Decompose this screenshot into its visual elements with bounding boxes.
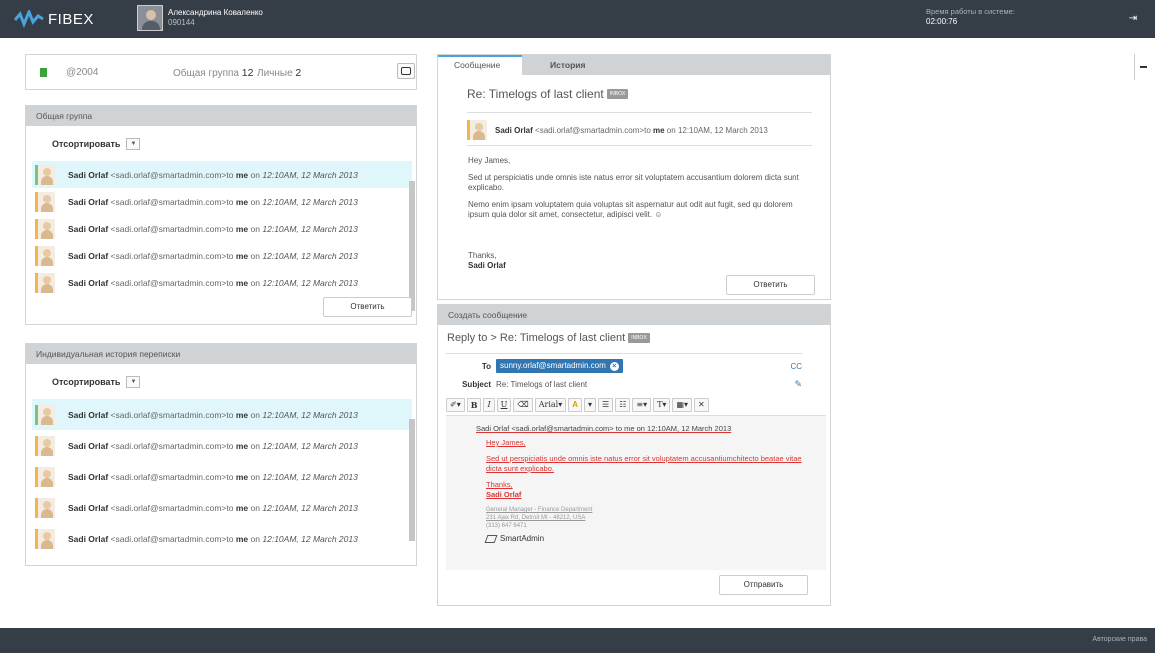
editor-toolbar: ✐▾ B I U ⌫ Arial▾ A ▾ ☰ ☷ ≡▾ T▾ ▦▾ ✕ xyxy=(446,397,826,413)
italic-icon[interactable]: I xyxy=(483,398,495,412)
inbox-badge: INBOX xyxy=(606,89,629,99)
list-item[interactable]: Sadi Orlaf <sadi.orlaf@smartadmin.com>to… xyxy=(32,461,412,492)
list-item[interactable]: Sadi Orlaf <sadi.orlaf@smartadmin.com>to… xyxy=(32,215,412,242)
sort-dropdown-icon[interactable]: ▼ xyxy=(126,138,141,150)
remove-recipient-icon: × xyxy=(609,362,619,371)
message-reply-button[interactable]: Ответить xyxy=(726,275,815,295)
message-panel: Сообщение История Re: Timelogs of last c… xyxy=(437,54,831,300)
worktime-label: Время работы в системе: xyxy=(926,7,1015,16)
quote-header: Sadi Orlaf <sadi.orlaf@smartadmin.com> t… xyxy=(476,424,732,433)
avatar xyxy=(35,218,55,239)
tab-history[interactable]: История xyxy=(522,55,601,75)
group-panel: Общая группа Отсортировать ▼ Sadi Orlaf … xyxy=(25,105,417,325)
footer-bar: Авторские права xyxy=(0,628,1155,653)
list-item[interactable]: Sadi Orlaf <sadi.orlaf@smartadmin.com>to… xyxy=(32,242,412,269)
compose-title: Создать сообщение xyxy=(438,305,830,325)
user-profile[interactable]: Александрина Коваленко 090144 xyxy=(137,5,263,31)
inbox-icon[interactable] xyxy=(397,63,415,79)
avatar xyxy=(35,404,55,425)
color-dropdown-icon[interactable]: ▾ xyxy=(584,398,597,412)
avatar xyxy=(35,245,55,266)
personal-count: 2 xyxy=(295,67,302,79)
avatar xyxy=(35,272,55,293)
message-subject: Re: Timelogs of last client INBOX xyxy=(467,87,629,101)
attachment-icon[interactable]: ✎ xyxy=(794,379,802,390)
font-color-icon[interactable]: A xyxy=(568,398,583,412)
message-signature: Thanks, Sadi Orlaf xyxy=(468,251,506,270)
list-item[interactable]: Sadi Orlaf <sadi.orlaf@smartadmin.com>to… xyxy=(32,188,412,215)
personal-count-label: Личные 2 xyxy=(257,67,302,79)
sort-label: Отсортировать xyxy=(52,139,121,149)
logout-icon[interactable]: ⇥ xyxy=(1124,11,1142,27)
worktime: Время работы в системе: 02:00:76 xyxy=(926,7,1015,27)
bullet-list-icon[interactable]: ☰ xyxy=(598,398,614,412)
tab-message[interactable]: Сообщение xyxy=(438,55,522,75)
user-id: 090144 xyxy=(168,18,195,27)
bold-icon[interactable]: B xyxy=(466,398,482,412)
table-icon[interactable]: ▦▾ xyxy=(672,398,693,412)
text-size-icon[interactable]: T▾ xyxy=(653,398,671,412)
fibex-logo-icon xyxy=(14,10,44,28)
sort-label: Отсортировать xyxy=(52,377,121,387)
message-body: Hey James, Sed ut perspiciatis unde omni… xyxy=(468,156,799,219)
brand-name: FIBEX xyxy=(48,10,94,28)
list-item[interactable]: Sadi Orlaf <sadi.orlaf@smartadmin.com>to… xyxy=(32,492,412,523)
smartadmin-logo: SmartAdmin xyxy=(484,534,806,544)
top-bar: FIBEX Александрина Коваленко 090144 Врем… xyxy=(0,0,1155,38)
list-item[interactable]: Sadi Orlaf <sadi.orlaf@smartadmin.com>to… xyxy=(32,399,412,430)
group-count: 12 xyxy=(241,67,254,79)
history-panel-title: Индивидуальная история переписки xyxy=(26,344,416,364)
copyright[interactable]: Авторские права xyxy=(1092,636,1147,643)
history-panel: Индивидуальная история переписки Отсорти… xyxy=(25,343,417,566)
list-item[interactable]: Sadi Orlaf <sadi.orlaf@smartadmin.com>to… xyxy=(32,430,412,461)
style-icon[interactable]: ✐▾ xyxy=(446,398,465,412)
eraser-icon[interactable]: ⌫ xyxy=(513,398,533,412)
avatar xyxy=(35,466,55,487)
scrollbar[interactable] xyxy=(409,419,415,541)
brand-logo[interactable]: FIBEX xyxy=(14,9,94,29)
list-item[interactable]: Sadi Orlaf <sadi.orlaf@smartadmin.com>to… xyxy=(32,269,412,296)
fullscreen-icon[interactable]: ✕ xyxy=(694,398,709,412)
avatar xyxy=(35,191,55,212)
align-icon[interactable]: ≡▾ xyxy=(632,398,652,412)
list-item[interactable]: Sadi Orlaf <sadi.orlaf@smartadmin.com>to… xyxy=(32,161,412,188)
avatar xyxy=(35,164,55,185)
group-message-list: Sadi Orlaf <sadi.orlaf@smartadmin.com>to… xyxy=(32,161,412,296)
inbox-badge: INBOX xyxy=(628,333,650,343)
avatar xyxy=(35,497,55,518)
avatar xyxy=(35,528,55,549)
recipient-chip[interactable]: sunny.orlaf@smartadmin.com × xyxy=(496,359,623,373)
sort-dropdown-icon[interactable]: ▼ xyxy=(126,376,141,388)
group-reply-button[interactable]: Ответить xyxy=(323,297,412,317)
to-field[interactable]: To sunny.orlaf@smartadmin.com × CC xyxy=(446,357,802,375)
number-list-icon[interactable]: ☷ xyxy=(615,398,631,412)
subject-input[interactable]: Re: Timelogs of last client xyxy=(496,380,587,389)
scrollbar[interactable] xyxy=(409,181,415,311)
cc-button[interactable]: CC xyxy=(790,362,802,371)
user-name: Александрина Коваленко xyxy=(168,8,263,17)
editor-area[interactable]: Sadi Orlaf <sadi.orlaf@smartadmin.com> t… xyxy=(446,415,826,570)
worktime-value: 02:00:76 xyxy=(926,17,958,26)
group-count-label: Общая группа 12 xyxy=(173,67,254,79)
group-panel-title: Общая группа xyxy=(26,106,416,126)
compose-panel: Создать сообщение Reply to > Re: Timelog… xyxy=(437,304,831,606)
file-icon xyxy=(40,68,47,77)
stats-bar: @2004 Общая группа 12 Личные 2 xyxy=(25,54,417,90)
underline-icon[interactable]: U xyxy=(496,398,512,412)
font-dropdown[interactable]: Arial▾ xyxy=(534,398,567,412)
compose-reply-to: Reply to > Re: Timelogs of last client I… xyxy=(447,332,650,344)
message-from: Sadi Orlaf <sadi.orlaf@smartadmin.com>to… xyxy=(467,120,768,140)
subject-field[interactable]: Subject Re: Timelogs of last client ✎ xyxy=(446,375,802,393)
collapse-icon[interactable] xyxy=(1134,54,1148,80)
avatar xyxy=(35,435,55,456)
history-message-list: Sadi Orlaf <sadi.orlaf@smartadmin.com>to… xyxy=(32,399,412,554)
user-avatar xyxy=(137,5,163,31)
list-item[interactable]: Sadi Orlaf <sadi.orlaf@smartadmin.com>to… xyxy=(32,523,412,554)
sender-avatar xyxy=(467,120,487,140)
account-code: @2004 xyxy=(66,67,99,78)
send-button[interactable]: Отправить xyxy=(719,575,808,595)
